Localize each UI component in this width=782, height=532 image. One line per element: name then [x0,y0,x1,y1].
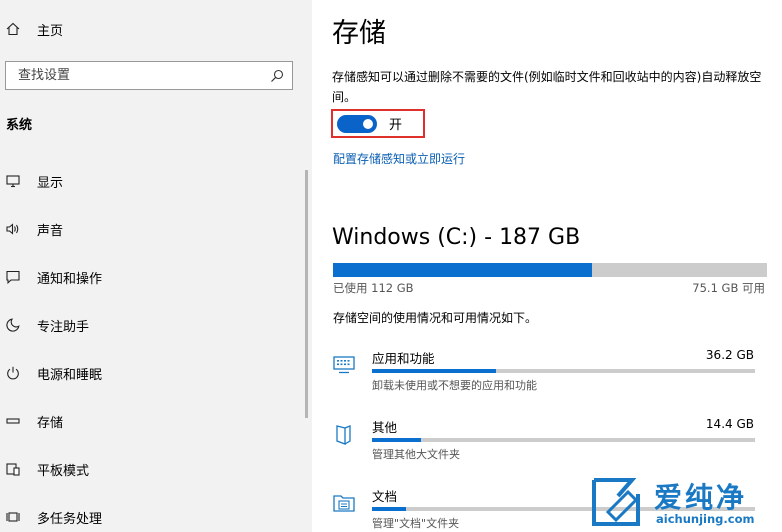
watermark-text: 爱纯净 [654,481,748,514]
sidebar-item-label: 显示 [37,175,64,191]
nav-home-label: 主页 [37,23,64,39]
documents-folder-icon [333,492,355,514]
category-usage-bar-fill [372,438,422,442]
category-description: 管理"文档"文件夹 [372,517,460,530]
drive-usage-bar [333,263,767,277]
storage-page: 存储 存储感知可以通过删除不需要的文件(例如临时文件和回收站中的内容)自动释放空… [312,0,782,532]
sidebar-item-label: 多任务处理 [37,511,103,527]
category-usage-bar [372,438,755,442]
sidebar-item-label: 存储 [37,415,64,431]
search-input[interactable] [18,68,258,83]
apps-icon [333,354,355,376]
configure-storage-sense-link[interactable]: 配置存储感知或立即运行 [333,150,465,167]
notification-icon [6,270,20,284]
sidebar-item-notifications[interactable]: 通知和操作 [0,257,300,297]
sidebar-item-sound[interactable]: 声音 [0,209,300,249]
category-usage-bar-fill [372,507,407,511]
sidebar-item-power-sleep[interactable]: 电源和睡眠 [0,353,300,393]
sidebar-item-label: 专注助手 [37,319,90,335]
tablet-icon [6,462,20,476]
sidebar-item-storage[interactable]: 存储 [0,401,300,441]
category-description: 卸载未使用或不想要的应用和功能 [372,379,537,392]
storage-icon [6,414,20,428]
toggle-knob [363,118,373,129]
sidebar-item-multitasking[interactable]: 多任务处理 [0,497,300,532]
toggle-switch[interactable] [337,114,377,133]
monitor-icon [6,174,20,188]
watermark-url: aichunjing.com [656,512,755,526]
sidebar-section-title: 系统 [6,118,33,133]
drive-usage-bar-fill [333,263,593,277]
category-apps-features[interactable]: 应用和功能 36.2 GB 卸载未使用或不想要的应用和功能 [333,348,758,394]
category-usage-bar-fill [372,369,496,373]
settings-sidebar: 主页 系统 显示 声音 通知和操作 专注助手 电源和睡眠 [0,0,312,532]
settings-search-box[interactable] [5,61,293,90]
sidebar-item-tablet-mode[interactable]: 平板模式 [0,449,300,489]
drive-title: Windows (C:) - 187 GB [332,225,581,250]
category-other[interactable]: 其他 14.4 GB 管理其他大文件夹 [333,417,758,463]
storage-sense-description: 存储感知可以通过删除不需要的文件(例如临时文件和回收站中的内容)自动释放空间。 [332,70,762,104]
power-icon [6,366,20,380]
category-size: 14.4 GB [705,417,754,431]
sidebar-item-label: 电源和睡眠 [37,367,103,383]
speaker-icon [6,222,20,236]
site-watermark: 爱纯净 aichunjing.com [584,472,782,532]
watermark-logo-icon [592,478,640,526]
storage-sense-toggle[interactable]: 开 [331,109,425,138]
sidebar-item-label: 声音 [37,223,64,239]
toggle-state-label: 开 [389,118,403,133]
sidebar-item-focus-assist[interactable]: 专注助手 [0,305,300,345]
category-description: 管理其他大文件夹 [372,448,460,461]
search-icon[interactable] [270,69,284,83]
drive-free-label: 75.1 GB 可用 [692,281,765,295]
category-name: 应用和功能 [372,351,435,366]
home-icon [6,22,20,36]
category-usage-bar [372,369,755,373]
nav-home[interactable]: 主页 [0,9,300,49]
other-files-icon [333,423,355,445]
sidebar-scrollbar[interactable] [305,170,308,418]
category-size: 36.2 GB [705,348,754,362]
sidebar-item-label: 平板模式 [37,463,90,479]
category-name: 文档 [372,489,398,504]
page-title: 存储 [332,18,386,49]
category-name: 其他 [372,420,398,435]
sidebar-item-display[interactable]: 显示 [0,161,300,201]
sidebar-item-label: 通知和操作 [37,271,103,287]
drive-used-label: 已使用 112 GB [333,281,414,295]
moon-icon [6,318,20,332]
usage-note: 存储空间的使用情况和可用情况如下。 [333,311,538,325]
multitask-icon [6,510,20,524]
